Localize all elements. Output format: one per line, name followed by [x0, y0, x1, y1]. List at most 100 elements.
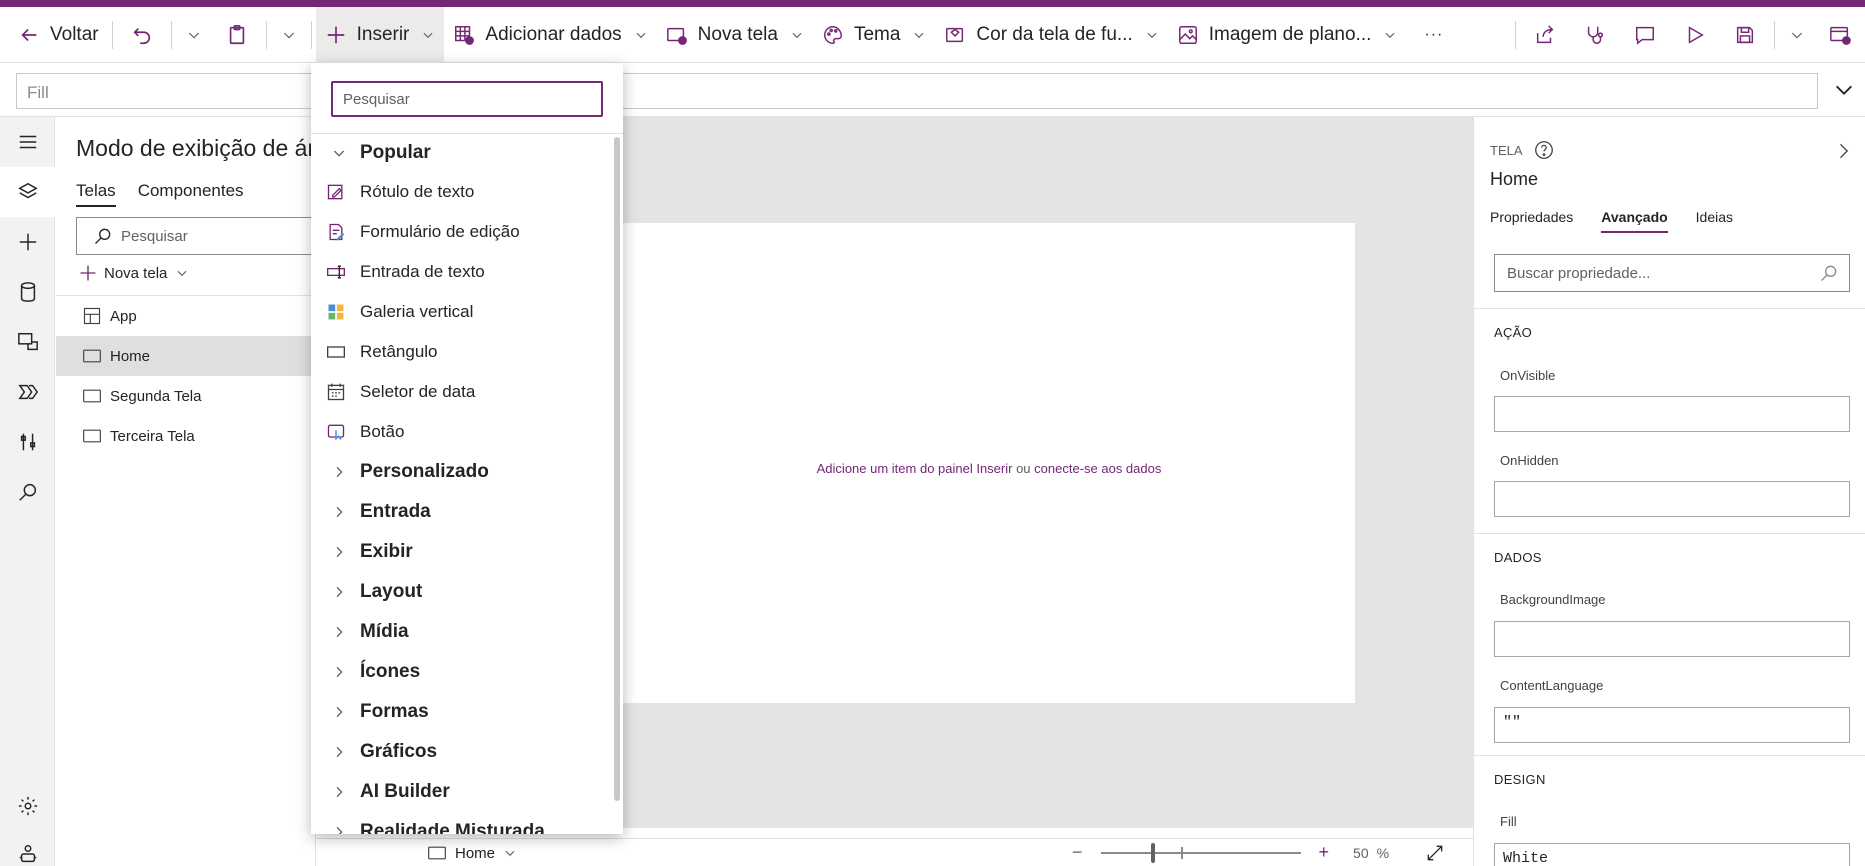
new-screen-button[interactable]: Nova tela: [657, 7, 813, 63]
add-data-button[interactable]: Adicionar dados: [444, 7, 656, 63]
background-color-button[interactable]: Cor da tela de fu...: [935, 7, 1167, 63]
save-button[interactable]: [1720, 7, 1770, 63]
insert-panel-link[interactable]: Adicione um item do painel Inserir: [817, 461, 1013, 476]
back-button[interactable]: Voltar: [0, 7, 108, 63]
background-image-label: Imagem de plano...: [1208, 23, 1372, 45]
rail-power-automate[interactable]: [0, 367, 55, 417]
rail-menu[interactable]: [0, 117, 55, 167]
rail-advanced-tools[interactable]: [0, 417, 55, 467]
share-button[interactable]: [1520, 7, 1570, 63]
chevron-right-icon: [336, 746, 343, 758]
chevron-down-icon: [505, 850, 515, 857]
tree-item-home[interactable]: Home: [56, 336, 315, 376]
zoom-out-button[interactable]: −: [1072, 842, 1083, 863]
insert-item-seletor-de-data[interactable]: Seletor de data: [311, 372, 611, 412]
contentlanguage-input[interactable]: "": [1494, 707, 1850, 743]
more-button[interactable]: ···: [1406, 7, 1461, 63]
tree-item-segunda-tela[interactable]: Segunda Tela: [56, 376, 315, 416]
rail-tree-view[interactable]: [0, 167, 55, 217]
theme-button[interactable]: Tema: [813, 7, 935, 63]
layers-icon: [17, 182, 38, 199]
insert-category-exibir[interactable]: Exibir: [311, 532, 611, 572]
section-design: DESIGN Fill White: [1474, 755, 1865, 866]
tab-advanced[interactable]: Avançado: [1601, 209, 1668, 233]
insert-category-layout[interactable]: Layout: [311, 572, 611, 612]
insert-button[interactable]: Inserir: [315, 6, 445, 63]
properties-panel: TELA Home Propriedades Avançado Ideias B…: [1473, 117, 1865, 866]
expand-formula-icon[interactable]: [1833, 79, 1855, 101]
insert-item-galeria-vertical[interactable]: Galeria vertical: [311, 292, 611, 332]
insert-category-label: Exibir: [360, 541, 413, 562]
insert-item-rotulo-de-texto[interactable]: Rótulo de texto: [311, 172, 611, 212]
text-label-icon: [327, 184, 343, 200]
connect-data-link[interactable]: conecte-se aos dados: [1034, 461, 1161, 476]
insert-category-realidade-misturada[interactable]: Realidade Misturada: [311, 812, 611, 834]
save-menu-button[interactable]: [1779, 7, 1815, 63]
insert-category-entrada[interactable]: Entrada: [311, 492, 611, 532]
insert-category-formas[interactable]: Formas: [311, 692, 611, 732]
insert-category-icones[interactable]: Ícones: [311, 652, 611, 692]
search-icon: [95, 228, 111, 244]
bot-icon: [19, 845, 36, 863]
property-search-input[interactable]: Buscar propriedade...: [1494, 254, 1850, 292]
screen-selector[interactable]: Home: [427, 843, 525, 863]
tree-search-placeholder: Pesquisar: [121, 227, 188, 245]
tree-new-screen-button[interactable]: Nova tela: [78, 263, 195, 283]
paste-menu-button[interactable]: [271, 7, 307, 63]
insert-item-retangulo[interactable]: Retângulo: [311, 332, 611, 372]
tree-item-terceira-tela[interactable]: Terceira Tela: [56, 416, 315, 456]
rail-insert[interactable]: [0, 217, 55, 267]
insert-category-personalizado[interactable]: Personalizado: [311, 452, 611, 492]
paste-button[interactable]: [212, 7, 262, 63]
hamburger-icon: [19, 135, 36, 149]
insert-item-formulario-de-edicao[interactable]: Formulário de edição: [311, 212, 611, 252]
backgroundimage-input[interactable]: [1494, 621, 1850, 657]
preview-button[interactable]: [1670, 7, 1720, 63]
insert-item-entrada-de-texto[interactable]: Entrada de texto: [311, 252, 611, 292]
undo-button[interactable]: [117, 7, 167, 63]
app-checker-button[interactable]: [1570, 7, 1620, 63]
screen-list: App Home Segunda Tela Terceira Tela: [56, 296, 315, 456]
tab-components[interactable]: Componentes: [138, 181, 244, 207]
insert-item-botao[interactable]: Botão: [311, 412, 611, 452]
insert-search-input[interactable]: Pesquisar: [331, 81, 603, 117]
insert-category-graficos[interactable]: Gráficos: [311, 732, 611, 772]
fit-screen-icon[interactable]: [1425, 843, 1445, 863]
tree-search-input[interactable]: Pesquisar: [76, 217, 315, 255]
arrow-left-icon: [21, 28, 37, 41]
undo-icon: [133, 27, 150, 44]
zoom-slider[interactable]: [1100, 842, 1301, 863]
rail-settings[interactable]: [0, 781, 55, 831]
chevron-right-icon[interactable]: [1833, 141, 1853, 161]
comments-button[interactable]: [1620, 7, 1670, 63]
rail-virtual-agent[interactable]: [0, 829, 55, 866]
add-data-label: Adicionar dados: [485, 23, 622, 45]
section-design-title: DESIGN: [1494, 772, 1546, 787]
section-action-title: AÇÃO: [1494, 325, 1533, 340]
chevron-down-icon: [1385, 32, 1395, 38]
onvisible-input[interactable]: [1494, 396, 1850, 432]
rail-media[interactable]: [0, 317, 55, 367]
rail-search[interactable]: [0, 467, 55, 517]
publish-button[interactable]: [1815, 7, 1865, 63]
undo-menu-button[interactable]: [176, 7, 212, 63]
insert-category-popular[interactable]: Popular: [311, 134, 611, 172]
background-image-button[interactable]: Imagem de plano...: [1168, 7, 1407, 63]
insert-category-ai-builder[interactable]: AI Builder: [311, 772, 611, 812]
media-icon: [17, 333, 38, 351]
rail-data[interactable]: [0, 267, 55, 317]
tab-properties[interactable]: Propriedades: [1490, 209, 1573, 233]
canvas-screen[interactable]: Adicione um item do painel Inserir ou co…: [623, 223, 1355, 703]
insert-category-midia[interactable]: Mídia: [311, 612, 611, 652]
help-icon[interactable]: [1533, 139, 1555, 161]
fill-input[interactable]: White: [1494, 843, 1850, 866]
tree-item-app[interactable]: App: [56, 296, 315, 336]
tab-screens[interactable]: Telas: [76, 181, 116, 207]
zoom-in-button[interactable]: +: [1319, 842, 1330, 863]
tab-ideas[interactable]: Ideias: [1696, 209, 1733, 233]
zoom-slider-thumb[interactable]: [1150, 842, 1155, 863]
property-selector[interactable]: Fill: [16, 73, 1818, 109]
onhidden-input[interactable]: [1494, 481, 1850, 517]
insert-scrollbar[interactable]: [614, 137, 620, 801]
clipboard-icon: [229, 24, 244, 44]
